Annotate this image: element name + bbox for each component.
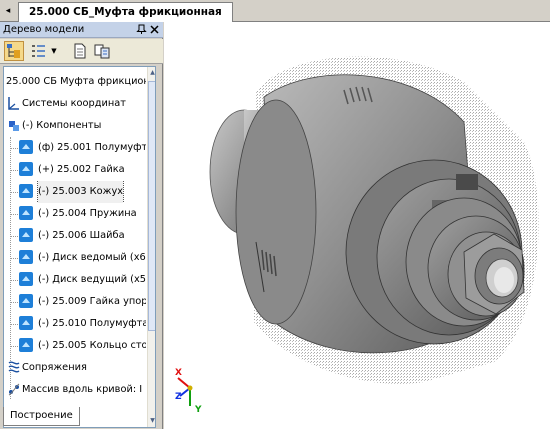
component-icon bbox=[19, 294, 33, 308]
tree-item-component[interactable]: (-) 25.004 Пружина bbox=[4, 203, 146, 225]
tree-scrollbar[interactable]: ▲ ▼ bbox=[147, 67, 155, 427]
tree-item-label: (-) Компоненты bbox=[22, 120, 102, 131]
component-icon bbox=[19, 338, 33, 352]
tree-item-component[interactable]: (-) Диск ведомый (x6) bbox=[4, 247, 146, 269]
component-icon bbox=[19, 316, 33, 330]
component-icon bbox=[19, 162, 33, 176]
tree-item-component[interactable]: (-) Диск ведущий (x5) bbox=[4, 269, 146, 291]
component-icon bbox=[19, 184, 33, 198]
axis-z-label: Z bbox=[175, 392, 182, 402]
document-icon bbox=[74, 43, 86, 59]
model-tree-panel: Дерево модели ▼ 25.000 СБ Муфта фрикцио … bbox=[0, 22, 163, 429]
scroll-up-icon[interactable]: ▲ bbox=[148, 67, 155, 79]
tab-scroll-left-icon[interactable]: ◂ bbox=[1, 3, 15, 19]
tree-item-component[interactable]: (-) 25.005 Кольцо стоп bbox=[4, 335, 146, 357]
scrollbar-thumb[interactable] bbox=[148, 81, 155, 331]
tree-item-label: Сопряжения bbox=[22, 362, 87, 373]
tree-connector bbox=[10, 192, 18, 193]
axis-x-label: X bbox=[175, 368, 182, 378]
tree-item-component[interactable]: (+) 25.002 Гайка bbox=[4, 159, 146, 181]
axis-y-label: Y bbox=[195, 405, 202, 415]
document-tab-strip: ◂ 25.000 СБ_Муфта фрикционная bbox=[0, 0, 550, 22]
document-tab[interactable]: 25.000 СБ_Муфта фрикционная bbox=[18, 2, 233, 22]
model-tree: 25.000 СБ Муфта фрикционна Системы коорд… bbox=[3, 66, 156, 428]
tree-item-label: (-) 25.006 Шайба bbox=[38, 230, 125, 241]
coordinate-system-icon bbox=[8, 97, 19, 110]
tree-item-label: (-) 25.009 Гайка упорн bbox=[38, 296, 146, 307]
tree-item-pattern[interactable]: Массив вдоль кривой: I bbox=[4, 379, 146, 401]
properties-button[interactable] bbox=[92, 41, 112, 61]
properties-icon bbox=[94, 44, 110, 59]
component-icon bbox=[19, 228, 33, 242]
panel-header: Дерево модели bbox=[0, 22, 163, 38]
tree-connector bbox=[10, 302, 18, 303]
tree-item-component[interactable]: (-) 25.009 Гайка упорн bbox=[4, 291, 146, 313]
panel-title: Дерево модели bbox=[3, 24, 85, 35]
tree-item-label: (-) 25.003 Кожух bbox=[36, 181, 125, 203]
clutch-assembly-model bbox=[177, 56, 539, 406]
tree-item-label: (ф) 25.001 Полумуфта bbox=[38, 142, 146, 153]
tree-item-mates[interactable]: Сопряжения bbox=[4, 357, 146, 379]
tree-item-label: (-) Диск ведомый (x6) bbox=[38, 252, 146, 263]
tree-item-components[interactable]: (-) Компоненты bbox=[4, 115, 146, 137]
components-folder-icon bbox=[9, 121, 19, 131]
tree-connector bbox=[10, 236, 18, 237]
tree-root-label: 25.000 СБ Муфта фрикционна bbox=[6, 76, 146, 87]
tree-root[interactable]: 25.000 СБ Муфта фрикционна bbox=[4, 71, 146, 93]
tree-item-component[interactable]: (-) 25.010 Полумуфта bbox=[4, 313, 146, 335]
component-icon bbox=[19, 140, 33, 154]
tree-item-label: Массив вдоль кривой: I bbox=[22, 384, 143, 395]
tree-connector bbox=[10, 214, 18, 215]
component-icon bbox=[19, 272, 33, 286]
tree-connector bbox=[10, 346, 18, 347]
model-viewport[interactable]: X Y Z bbox=[164, 22, 550, 429]
tree-connector bbox=[10, 280, 18, 281]
tab-construction[interactable]: Построение bbox=[3, 407, 80, 426]
tree-connector bbox=[10, 324, 18, 325]
close-icon[interactable] bbox=[149, 24, 160, 35]
pin-icon[interactable] bbox=[136, 24, 147, 35]
list-options-button[interactable] bbox=[28, 41, 48, 61]
tree-connector bbox=[10, 148, 18, 149]
tree-connector bbox=[10, 170, 18, 171]
tree-item-label: (-) 25.005 Кольцо стоп bbox=[38, 340, 146, 351]
tree-item-label: (-) 25.004 Пружина bbox=[38, 208, 137, 219]
tree-item-label: (-) 25.010 Полумуфта bbox=[38, 318, 146, 329]
mates-icon bbox=[8, 361, 20, 373]
tree-item-component[interactable]: (-) 25.006 Шайба bbox=[4, 225, 146, 247]
tree-view-button[interactable] bbox=[4, 41, 24, 61]
tree-item-coordinate-systems[interactable]: Системы координат bbox=[4, 93, 146, 115]
tree-item-component[interactable]: (-) 25.003 Кожух bbox=[4, 181, 146, 203]
list-icon bbox=[32, 45, 45, 57]
panel-toolbar: ▼ bbox=[0, 39, 163, 64]
document-button[interactable] bbox=[70, 41, 90, 61]
pattern-icon bbox=[8, 383, 20, 396]
tree-item-component[interactable]: (ф) 25.001 Полумуфта bbox=[4, 137, 146, 159]
scroll-down-icon[interactable]: ▼ bbox=[148, 415, 155, 427]
component-icon bbox=[19, 250, 33, 264]
component-icon bbox=[19, 206, 33, 220]
chevron-down-icon[interactable]: ▼ bbox=[50, 41, 58, 61]
tree-structure-icon bbox=[7, 44, 20, 58]
tree-item-label: (+) 25.002 Гайка bbox=[38, 164, 125, 175]
tree-item-label: Системы координат bbox=[22, 98, 126, 109]
tree-item-label: (-) Диск ведущий (x5) bbox=[38, 274, 146, 285]
tree-connector bbox=[10, 258, 18, 259]
